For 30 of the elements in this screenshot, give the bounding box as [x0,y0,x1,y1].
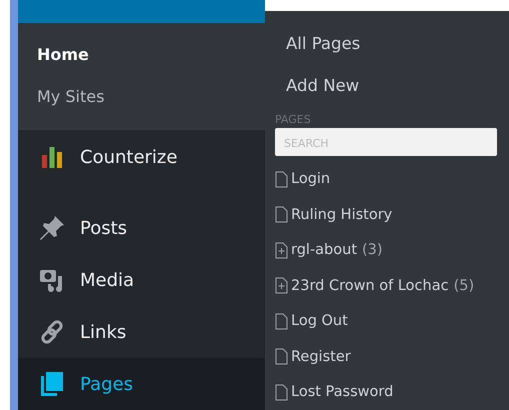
pushpin-icon [39,215,65,241]
page-link[interactable]: 23rd Crown of Lochac (5) [275,268,497,304]
submenu-link[interactable]: All Pages [275,28,497,70]
document-plus-icon [275,277,288,294]
menu-item[interactable]: Posts [18,202,265,254]
submenu-link[interactable]: Add New [275,70,497,112]
menu-item[interactable]: Pages [18,358,265,410]
document-icon [275,348,288,366]
page-link[interactable]: Ruling History [275,197,497,232]
submenu-link[interactable]: My Sites [37,84,265,109]
document-icon [275,206,288,224]
bar-chart-icon [41,146,63,168]
page-link[interactable]: Register [275,339,497,374]
menu-item[interactable]: Links [18,306,265,358]
menu-item[interactable]: Counterize [18,130,265,184]
document-icon [275,170,288,188]
camera-music-icon [39,267,65,293]
document-plus-icon [275,242,288,259]
page-link[interactable]: rgl-about (3) [275,232,497,268]
document-icon [275,312,288,330]
pages-icon [40,371,64,397]
chain-link-icon [39,319,65,345]
page-link[interactable]: Lost Password [275,374,497,410]
page-link[interactable]: Log Out [275,304,497,339]
search-field[interactable]: SEARCH [275,128,497,156]
menu-item[interactable]: Media [18,254,265,306]
section-label: PAGES [275,112,312,126]
document-icon [275,384,288,401]
page-link[interactable]: Login [275,162,497,197]
submenu-link[interactable]: Home [37,42,265,67]
